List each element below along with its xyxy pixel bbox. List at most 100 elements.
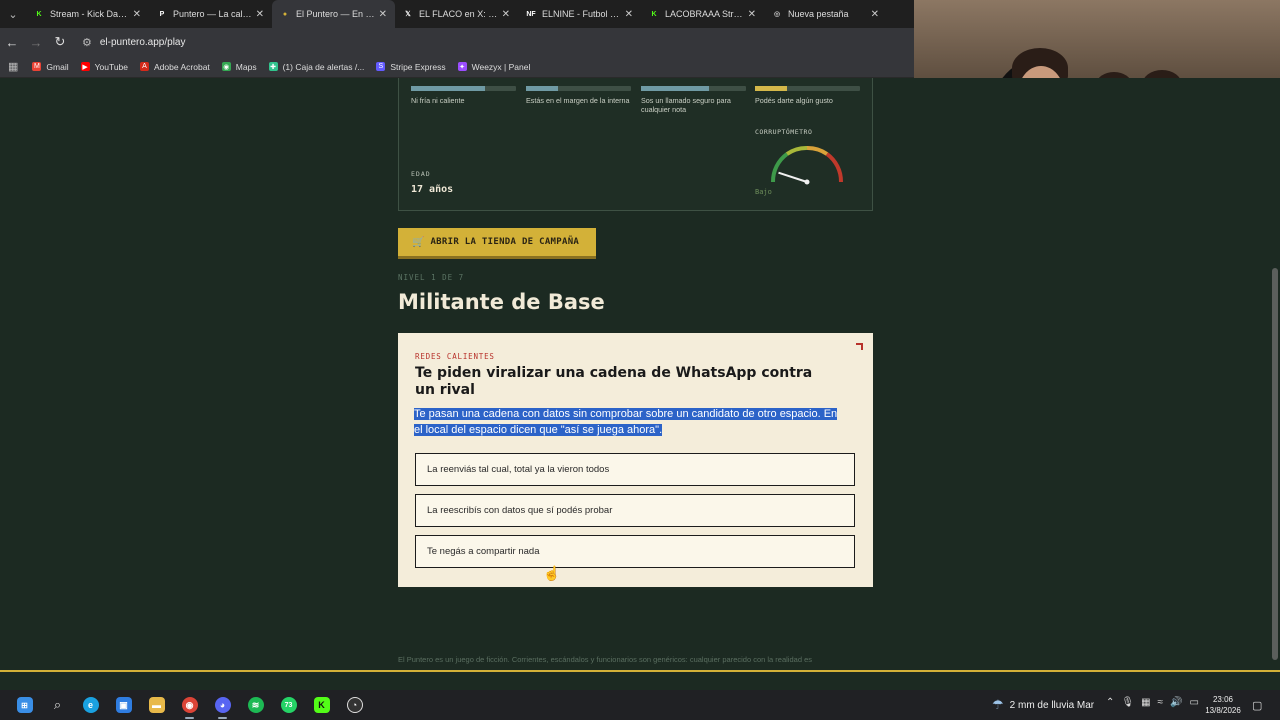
tab-title: Puntero — La calle manda xyxy=(173,9,252,19)
open-shop-button[interactable]: 🛒 ABRIR LA TIENDA DE CAMPAÑA xyxy=(398,228,596,259)
stat-reputation: Ni fría ni caliente xyxy=(411,86,516,105)
tab-favicon-icon: ● xyxy=(282,10,288,18)
whatsapp-badge: 73 xyxy=(280,697,297,713)
stat-media: Sos un llamado seguro para cualquier not… xyxy=(641,86,746,114)
mic-icon[interactable]: 🎙 xyxy=(1121,697,1134,708)
notification-icon[interactable]: ▢ xyxy=(1252,699,1262,712)
browser-tab[interactable]: ● El Puntero — En campaña ✕ xyxy=(272,0,395,28)
bookmark-icon: M xyxy=(32,62,42,71)
network-icon[interactable]: ▦ xyxy=(1141,697,1150,708)
stat-bar xyxy=(641,86,746,91)
obs-icon[interactable]: ◔ xyxy=(338,690,371,720)
bookmark-item[interactable]: ◉ Maps xyxy=(221,62,257,72)
weather-widget[interactable]: ☂ 2 mm de lluvia Mar xyxy=(992,697,1094,713)
forward-icon[interactable]: → xyxy=(24,28,48,56)
bookmark-item[interactable]: ✦ Weezyx | Panel xyxy=(457,62,530,72)
corruptometro-label: CORRUPTÓMETRO xyxy=(755,128,813,136)
tab-favicon-icon: NF xyxy=(526,10,536,18)
browser-tab[interactable]: NF ELNINE - Futbol en Vivo ✕ xyxy=(518,0,641,28)
tab-favicon-icon: K xyxy=(36,10,42,18)
file-explorer-icon[interactable]: ▬ xyxy=(140,690,173,720)
browser-tab[interactable]: K Stream - Kick Dashboard ✕ xyxy=(26,0,149,28)
bookmark-label: Gmail xyxy=(46,61,69,72)
tab-close-icon[interactable]: ✕ xyxy=(625,9,633,20)
discord-icon[interactable]: ◕ xyxy=(206,690,239,720)
event-description-text: Te pasan una cadena con datos sin compro… xyxy=(414,408,838,436)
whatsapp-icon[interactable]: 73 xyxy=(272,690,305,720)
weather-text: 2 mm de lluvia Mar xyxy=(1009,699,1095,711)
player-stats-card: Ni fría ni caliente Estás en el margen d… xyxy=(398,78,873,211)
scrollbar-thumb[interactable] xyxy=(1272,268,1278,660)
stat-label: Podés darte algún gusto xyxy=(755,96,833,105)
event-description[interactable]: Te pasan una cadena con datos sin compro… xyxy=(414,406,840,438)
spotify-icon[interactable]: ≋ xyxy=(239,690,272,720)
tab-close-icon[interactable]: ✕ xyxy=(748,9,756,20)
windows-start-icon[interactable]: ⊞ xyxy=(8,690,41,720)
bookmark-item[interactable]: A Adobe Acrobat xyxy=(140,62,210,72)
gold-divider xyxy=(0,670,1280,672)
corruptometro-value: Bajo xyxy=(755,188,772,196)
battery-icon[interactable]: ▭ xyxy=(1190,697,1199,708)
tab-title: LACOBRAAA Stream xyxy=(665,9,744,19)
hand-cursor-icon: ☝ xyxy=(543,565,561,581)
stat-bar xyxy=(755,86,860,91)
search-icon[interactable]: ⌕ xyxy=(41,690,74,720)
browser-tab[interactable]: K LACOBRAAA Stream ✕ xyxy=(641,0,764,28)
tab-close-icon[interactable]: ✕ xyxy=(502,9,510,20)
tab-search-icon[interactable]: ⌄ xyxy=(0,0,26,28)
browser-tab[interactable]: P Puntero — La calle manda ✕ xyxy=(149,0,272,28)
tab-favicon-icon: ◎ xyxy=(773,11,781,18)
store-icon[interactable]: ▣ xyxy=(107,690,140,720)
chrome-icon[interactable]: ◉ xyxy=(173,690,206,720)
volume-icon[interactable]: 🔊 xyxy=(1170,697,1182,708)
browser-tab[interactable]: ◎ Nueva pestaña ✕ xyxy=(764,0,887,28)
tab-favicon-icon: P xyxy=(159,10,165,18)
tab-close-icon[interactable]: ✕ xyxy=(379,9,387,20)
option-button[interactable]: La reenviás tal cual, total ya la vieron… xyxy=(415,453,855,486)
tab-close-icon[interactable]: ✕ xyxy=(256,9,264,20)
bookmark-item[interactable]: ▶ YouTube xyxy=(80,61,129,72)
taskbar-clock[interactable]: 23:06 13/8/2026 xyxy=(1200,694,1246,716)
bookmark-label: YouTube xyxy=(94,61,129,72)
bookmarks-bar: ▦ M Gmail ▶ YouTube A Adobe Acrobat ◉ Maps ✚ (1) … xyxy=(0,56,914,78)
tab-title: El Puntero — En campaña xyxy=(296,9,375,19)
wifi-icon[interactable]: ≈ xyxy=(1158,697,1164,708)
clock-date: 13/8/2026 xyxy=(1205,706,1241,715)
reload-icon[interactable]: ↻ xyxy=(48,28,72,56)
level-indicator: NIVEL 1 DE 7 xyxy=(398,273,465,282)
apps-grid-icon[interactable]: ▦ xyxy=(8,60,18,73)
tab-title: ELNINE - Futbol en Vivo xyxy=(542,9,621,19)
event-category: REDES CALIENTES xyxy=(415,352,495,361)
option-button[interactable]: Te negás a compartir nada xyxy=(415,535,855,568)
stat-money: Podés darte algún gusto xyxy=(755,86,860,105)
kick-icon[interactable]: K xyxy=(305,690,338,720)
bookmark-icon: S xyxy=(376,62,386,71)
stat-internal: Estás en el margen de la interna xyxy=(526,86,631,105)
chevron-up-icon[interactable]: ⌃ xyxy=(1106,697,1114,708)
bookmark-icon: ✚ xyxy=(268,62,278,71)
tab-close-icon[interactable]: ✕ xyxy=(871,9,879,20)
tab-favicon-icon: K xyxy=(651,10,657,18)
age-value: 17 años xyxy=(411,184,454,195)
tab-close-icon[interactable]: ✕ xyxy=(133,9,141,20)
tab-strip: ⌄ K Stream - Kick Dashboard ✕ P Puntero — La… xyxy=(0,0,914,28)
option-button[interactable]: La reescribís con datos que sí podés pro… xyxy=(415,494,855,527)
bookmark-label: Adobe Acrobat xyxy=(154,61,210,72)
stat-bar xyxy=(411,86,516,91)
age-label: EDAD xyxy=(411,170,431,178)
bookmark-label: (1) Caja de alertas /... xyxy=(282,61,365,72)
browser-tab[interactable]: 𝕏 EL FLACO en X: "freás" ✕ xyxy=(395,0,518,28)
bookmark-item[interactable]: ✚ (1) Caja de alertas /... xyxy=(268,61,365,72)
cart-icon: 🛒 xyxy=(412,236,425,248)
bookmark-item[interactable]: M Gmail xyxy=(32,61,69,72)
site-info-icon[interactable]: ⚙ xyxy=(82,36,92,49)
back-icon[interactable]: ← xyxy=(0,28,24,56)
edge-icon[interactable]: e xyxy=(74,690,107,720)
bookmark-item[interactable]: S Stripe Express xyxy=(376,62,446,72)
bookmark-icon: ✦ xyxy=(457,62,467,71)
url-field[interactable]: ⚙ el-puntero.app/play xyxy=(82,36,186,49)
event-card: REDES CALIENTES Te piden viralizar una c… xyxy=(398,333,873,587)
card-corner-icon xyxy=(856,343,863,350)
game-page: Ni fría ni caliente Estás en el margen d… xyxy=(0,78,1270,670)
stat-label: Estás en el margen de la interna xyxy=(526,96,630,105)
